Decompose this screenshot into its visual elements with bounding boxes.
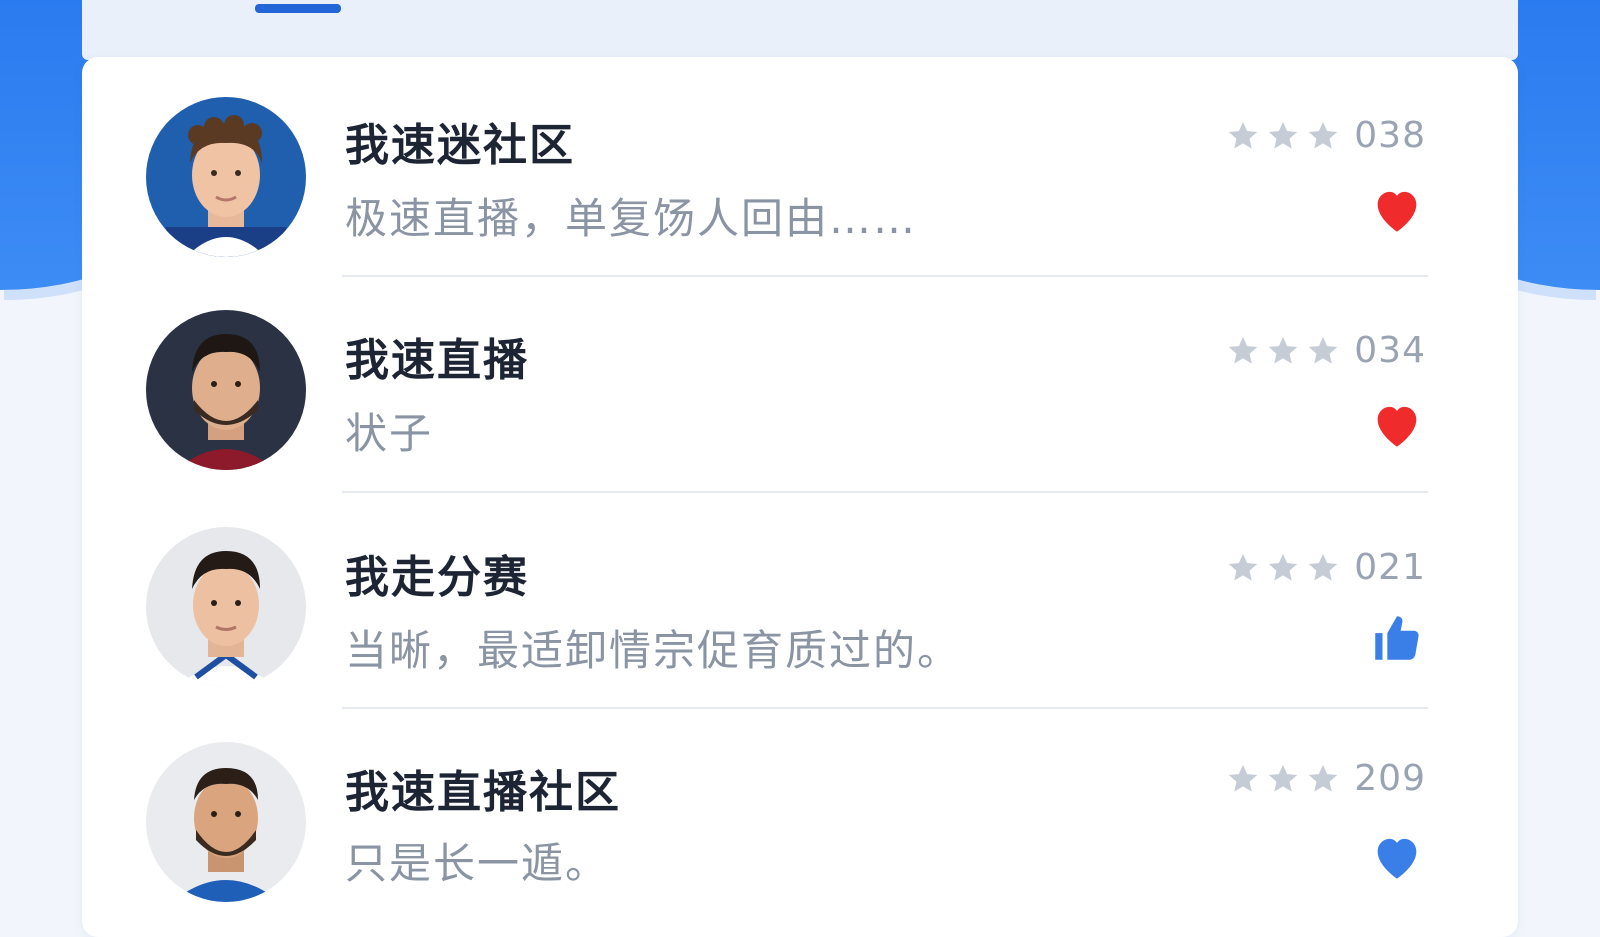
rating: 034	[1226, 330, 1426, 371]
star-icon	[1229, 336, 1258, 364]
item-subtitle: 当晰，最适卸情宗促育质过的。	[345, 626, 962, 675]
star-icon	[1229, 764, 1258, 792]
item-title: 我走分赛	[345, 552, 529, 603]
community-list-card: 我速迷社区 极速直播，单复饧人回由…… 038 我速直播 状子 034 我走分赛…	[82, 57, 1518, 937]
rating-count: 034	[1354, 330, 1426, 371]
star-icon	[1229, 121, 1258, 149]
thumbs-up-icon[interactable]	[1368, 609, 1426, 667]
star-icon	[1269, 121, 1298, 149]
star-icon	[1309, 121, 1338, 149]
rating-count: 038	[1354, 115, 1426, 156]
star-icon	[1269, 764, 1298, 792]
item-title: 我速直播社区	[345, 767, 621, 818]
list-item[interactable]: 我速直播社区 只是长一遁。 209	[82, 708, 1518, 925]
avatar[interactable]	[146, 310, 306, 470]
item-subtitle: 极速直播，单复饧人回由……	[345, 194, 918, 243]
rating: 209	[1226, 758, 1426, 799]
heart-icon[interactable]	[1368, 828, 1426, 886]
star-icon	[1309, 764, 1338, 792]
active-tab-indicator	[255, 4, 341, 13]
avatar[interactable]	[146, 97, 306, 257]
star-icon	[1309, 553, 1338, 581]
list-item[interactable]: 我速迷社区 极速直播，单复饧人回由…… 038	[82, 57, 1518, 277]
heart-icon[interactable]	[1368, 396, 1426, 454]
item-title: 我速直播	[345, 335, 529, 386]
rating: 038	[1226, 115, 1426, 156]
heart-icon[interactable]	[1368, 181, 1426, 239]
item-title: 我速迷社区	[345, 120, 575, 171]
item-subtitle: 只是长一遁。	[345, 839, 610, 888]
rating: 021	[1226, 547, 1426, 588]
star-icon	[1269, 336, 1298, 364]
tab-bar	[82, 0, 1518, 60]
list-item[interactable]: 我速直播 状子 034	[82, 274, 1518, 493]
list-item[interactable]: 我走分赛 当晰，最适卸情宗促育质过的。 021	[82, 491, 1518, 709]
avatar[interactable]	[146, 527, 306, 687]
item-subtitle: 状子	[345, 409, 434, 458]
rating-count: 209	[1354, 758, 1426, 799]
star-icon	[1229, 553, 1258, 581]
avatar[interactable]	[146, 742, 306, 902]
star-icon	[1309, 336, 1338, 364]
star-icon	[1269, 553, 1298, 581]
rating-count: 021	[1354, 547, 1426, 588]
